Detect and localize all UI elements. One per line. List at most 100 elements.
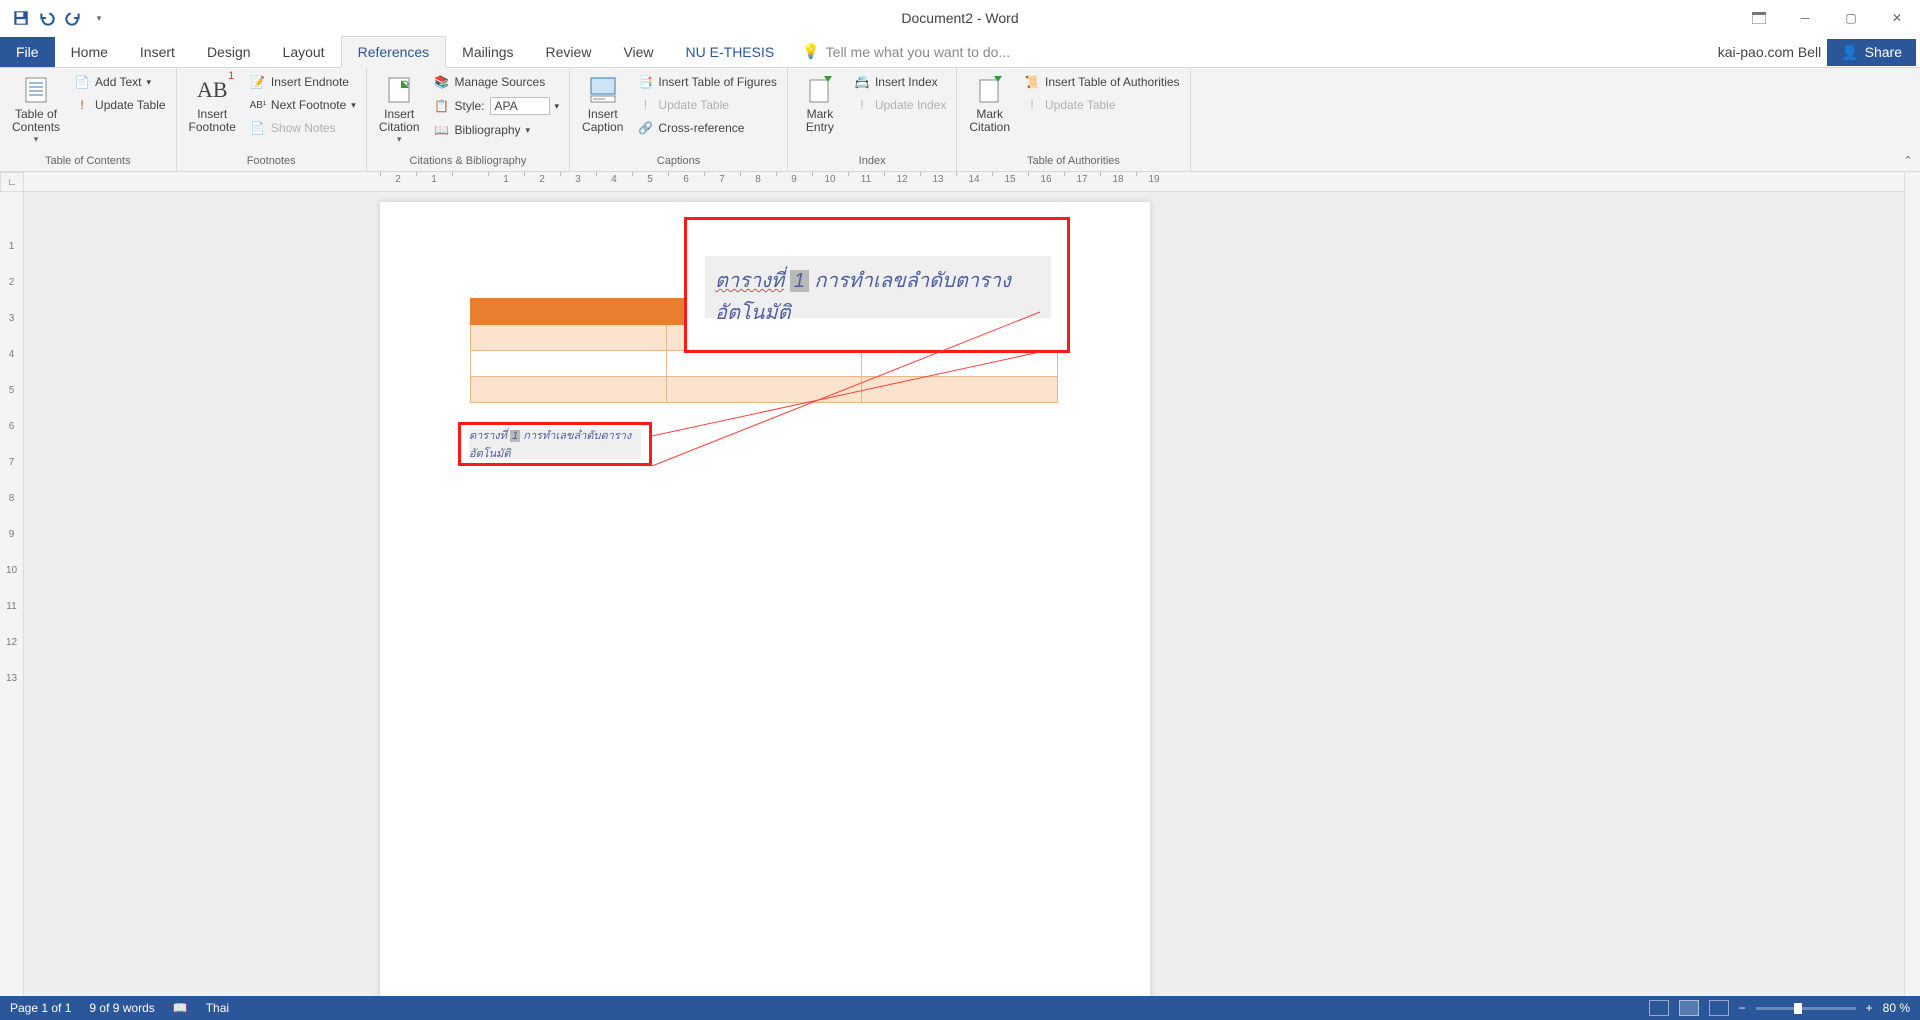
redo-icon[interactable] <box>64 9 82 27</box>
tab-references[interactable]: References <box>341 36 447 68</box>
mark-citation-button[interactable]: Mark Citation <box>963 72 1016 136</box>
share-button[interactable]: 👤 Share <box>1827 39 1916 66</box>
insert-index-label: Insert Index <box>875 75 938 89</box>
tab-insert[interactable]: Insert <box>124 37 191 67</box>
zoom-out-icon[interactable]: − <box>1739 1001 1746 1015</box>
web-layout-icon[interactable] <box>1709 1000 1729 1016</box>
minimize-icon[interactable]: ─ <box>1782 0 1828 36</box>
word-count[interactable]: 9 of 9 words <box>89 1001 154 1015</box>
zoom-level[interactable]: 80 % <box>1883 1001 1910 1015</box>
tab-nu-ethesis[interactable]: NU E-THESIS <box>670 37 791 67</box>
titlebar: ▾ Document2 - Word ─ ▢ ✕ <box>0 0 1920 36</box>
document-area[interactable]: ตารางที่ 1 การทำเลขลำดับตารางอัตโนมัติ ต… <box>24 192 1904 996</box>
quick-access-toolbar: ▾ <box>0 9 108 27</box>
language-indicator[interactable]: Thai <box>206 1001 229 1015</box>
tab-review[interactable]: Review <box>530 37 608 67</box>
mark-entry-button[interactable]: Mark Entry <box>794 72 846 136</box>
save-icon[interactable] <box>12 9 30 27</box>
style-label: Style: <box>455 99 485 113</box>
bibliography-icon: 📖 <box>434 122 450 138</box>
tab-file[interactable]: File <box>0 37 55 67</box>
manage-sources-button[interactable]: 📚Manage Sources <box>430 72 564 92</box>
tab-design[interactable]: Design <box>191 37 267 67</box>
window-title: Document2 - Word <box>901 10 1018 26</box>
group-label-toc: Table of Contents <box>6 153 170 171</box>
update-index-button[interactable]: !Update Index <box>850 95 950 115</box>
next-footnote-label: Next Footnote <box>271 98 346 112</box>
tab-mailings[interactable]: Mailings <box>446 37 529 67</box>
bibliography-label: Bibliography <box>455 123 521 137</box>
insert-endnote-button[interactable]: 📝Insert Endnote <box>246 72 360 92</box>
page-indicator[interactable]: Page 1 of 1 <box>10 1001 71 1015</box>
update-icon: ! <box>637 97 653 113</box>
vertical-ruler[interactable]: 12345678910111213 <box>0 192 24 996</box>
group-label-captions: Captions <box>576 153 781 171</box>
horizontal-ruler[interactable]: 2112345678910111213141516171819 <box>24 172 1904 192</box>
undo-icon[interactable] <box>38 9 56 27</box>
group-label-footnotes: Footnotes <box>183 153 360 171</box>
ribbon-display-icon[interactable] <box>1736 0 1782 36</box>
insert-caption-button[interactable]: Insert Caption <box>576 72 629 136</box>
show-notes-button[interactable]: 📄 Show Notes <box>246 118 360 138</box>
tab-view[interactable]: View <box>607 37 669 67</box>
citation-icon <box>383 74 415 106</box>
zoom-in-icon[interactable]: + <box>1866 1001 1873 1015</box>
group-label-toa: Table of Authorities <box>963 153 1183 171</box>
add-text-button[interactable]: 📄Add Text ▾ <box>70 72 170 92</box>
update-toa-button[interactable]: !Update Table <box>1020 95 1184 115</box>
table-row[interactable] <box>471 377 1058 403</box>
insert-tof-button[interactable]: 📑Insert Table of Figures <box>633 72 781 92</box>
cross-reference-label: Cross-reference <box>658 121 744 135</box>
update-toc-button[interactable]: !Update Table <box>70 95 170 115</box>
tab-home[interactable]: Home <box>55 37 124 67</box>
tof-icon: 📑 <box>637 74 653 90</box>
spellcheck-icon[interactable]: 📖 <box>173 1001 188 1015</box>
footnote-icon: AB1 <box>196 74 228 106</box>
group-toa: Mark Citation 📜Insert Table of Authoriti… <box>957 68 1190 171</box>
qat-customize-icon[interactable]: ▾ <box>90 9 108 27</box>
bibliography-button[interactable]: 📖Bibliography ▾ <box>430 120 564 140</box>
cross-reference-button[interactable]: 🔗 Cross-reference <box>633 118 781 138</box>
mark-entry-icon <box>804 74 836 106</box>
toc-label: Table of Contents <box>12 108 60 134</box>
style-value[interactable]: APA <box>490 97 550 115</box>
xref-icon: 🔗 <box>637 120 653 136</box>
caption-number: 1 <box>790 270 809 292</box>
chevron-down-icon: ▾ <box>397 134 402 145</box>
group-captions: Insert Caption 📑Insert Table of Figures … <box>570 68 788 171</box>
maximize-icon[interactable]: ▢ <box>1828 0 1874 36</box>
next-footnote-button[interactable]: AB¹Next Footnote ▾ <box>246 95 360 115</box>
toa-icon: 📜 <box>1024 74 1040 90</box>
insert-index-icon: 📇 <box>854 74 870 90</box>
read-mode-icon[interactable] <box>1649 1000 1669 1016</box>
show-notes-label: Show Notes <box>271 121 336 135</box>
zoom-slider[interactable] <box>1756 1007 1856 1010</box>
tell-me-search[interactable]: 💡 Tell me what you want to do... <box>790 36 1022 67</box>
group-index: Mark Entry 📇 Insert Index !Update Index I… <box>788 68 957 171</box>
vertical-scrollbar[interactable] <box>1904 172 1920 996</box>
page[interactable]: ตารางที่ 1 การทำเลขลำดับตารางอัตโนมัติ ต… <box>380 202 1150 996</box>
table-row[interactable] <box>471 351 1058 377</box>
update-captions-button[interactable]: !Update Table <box>633 95 781 115</box>
show-notes-icon: 📄 <box>250 120 266 136</box>
ruler-corner[interactable]: ∟ <box>0 172 24 192</box>
account-name[interactable]: kai-pao.com Bell <box>1718 44 1822 60</box>
insert-caption-label: Insert Caption <box>582 108 623 134</box>
print-layout-icon[interactable] <box>1679 1000 1699 1016</box>
insert-toa-button[interactable]: 📜Insert Table of Authorities <box>1020 72 1184 92</box>
caption-highlight-small: ตารางที่ 1 การทำเลขลำดับตารางอัตโนมัติ <box>469 429 641 459</box>
caption-text-large: ตารางที่ 1 การทำเลขลำดับตารางอัตโนมัติ <box>715 264 1041 328</box>
caption-highlight: ตารางที่ 1 การทำเลขลำดับตารางอัตโนมัติ <box>705 256 1051 318</box>
update-icon: ! <box>854 97 870 113</box>
citation-style-selector[interactable]: 📋Style: APA▾ <box>430 95 564 117</box>
insert-footnote-button[interactable]: AB1 Insert Footnote <box>183 72 242 136</box>
collapse-ribbon-icon[interactable]: ⌃ <box>1896 68 1920 171</box>
insert-index-button[interactable]: 📇 Insert Index <box>850 72 950 92</box>
update-toa-label: Update Table <box>1045 98 1116 112</box>
tab-layout[interactable]: Layout <box>267 37 341 67</box>
add-text-icon: 📄 <box>74 74 90 90</box>
close-icon[interactable]: ✕ <box>1874 0 1920 36</box>
group-citations: Insert Citation ▾ 📚Manage Sources 📋Style… <box>367 68 570 171</box>
insert-citation-button[interactable]: Insert Citation ▾ <box>373 72 426 147</box>
toc-button[interactable]: Table of Contents ▾ <box>6 72 66 147</box>
